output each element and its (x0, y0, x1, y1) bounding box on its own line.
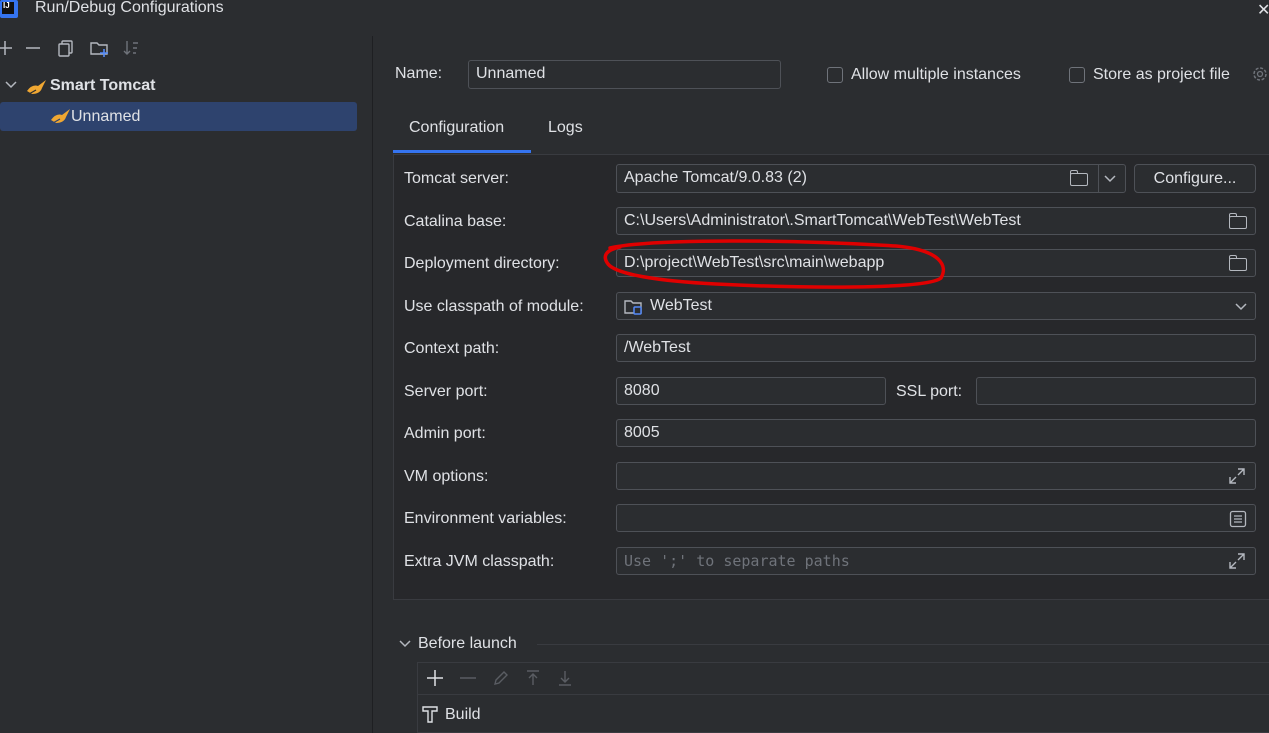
tomcat-server-select[interactable]: Apache Tomcat/9.0.83 (2) (616, 164, 1126, 193)
before-launch-list (417, 662, 1269, 733)
expand-icon[interactable] (1228, 552, 1246, 570)
allow-multiple-instances-label[interactable]: Allow multiple instances (851, 66, 1021, 84)
add-task-icon[interactable] (425, 668, 445, 688)
extra-jvm-classpath-field[interactable]: Use ';' to separate paths (616, 547, 1256, 575)
active-tab-indicator (393, 150, 531, 153)
environment-variables-label: Environment variables: (404, 510, 567, 527)
chevron-down-icon[interactable] (398, 637, 412, 651)
environment-variables-field[interactable] (616, 504, 1256, 532)
name-field[interactable]: Unnamed (468, 60, 781, 89)
gear-icon[interactable] (1251, 65, 1269, 83)
tab-configuration[interactable]: Configuration (409, 119, 504, 137)
name-label: Name: (395, 65, 443, 82)
section-divider (537, 644, 1269, 645)
server-port-field[interactable]: 8080 (616, 377, 886, 405)
app-icon-text: IJ (3, 1, 10, 10)
dropdown-divider (1098, 164, 1099, 193)
ssl-port-field[interactable] (976, 377, 1256, 405)
admin-port-field[interactable]: 8005 (616, 419, 1256, 447)
copy-icon[interactable] (56, 38, 76, 58)
chevron-down-icon[interactable] (4, 78, 18, 92)
folder-icon[interactable] (1069, 170, 1088, 186)
task-build-label[interactable]: Build (445, 706, 481, 724)
vm-options-label: VM options: (404, 468, 489, 485)
chevron-down-icon[interactable] (1103, 172, 1117, 186)
edit-task-icon[interactable] (491, 668, 511, 688)
classpath-module-label: Use classpath of module: (404, 298, 584, 315)
folder-icon[interactable] (1228, 213, 1247, 229)
classpath-module-value: WebTest (650, 297, 712, 314)
tree-item-label: Unnamed (71, 108, 141, 125)
tab-logs[interactable]: Logs (548, 119, 583, 137)
allow-multiple-instances-checkbox[interactable] (827, 67, 843, 83)
remove-icon[interactable] (23, 38, 43, 58)
hammer-icon (420, 704, 440, 724)
configurations-tree-panel (0, 36, 373, 733)
store-as-project-file-label[interactable]: Store as project file (1093, 66, 1230, 84)
tomcat-server-value: Apache Tomcat/9.0.83 (2) (624, 169, 807, 186)
folder-icon[interactable] (1228, 255, 1247, 271)
tomcat-server-label: Tomcat server: (404, 170, 509, 187)
before-launch-label[interactable]: Before launch (418, 635, 517, 653)
tree-group-label: Smart Tomcat (50, 77, 156, 94)
context-path-label: Context path: (404, 340, 500, 357)
admin-port-label: Admin port: (404, 425, 486, 442)
catalina-base-label: Catalina base: (404, 213, 507, 230)
red-annotation-circle (596, 238, 952, 294)
catalina-base-value: C:\Users\Administrator\.SmartTomcat\WebT… (624, 212, 1021, 229)
catalina-base-field[interactable]: C:\Users\Administrator\.SmartTomcat\WebT… (616, 207, 1256, 235)
ssl-port-label: SSL port: (896, 383, 963, 400)
context-path-field[interactable]: /WebTest (616, 334, 1256, 362)
list-divider (418, 694, 1269, 695)
configure-button[interactable]: Configure... (1134, 164, 1256, 193)
extra-jvm-classpath-label: Extra JVM classpath: (404, 553, 555, 570)
list-editor-icon[interactable] (1229, 510, 1247, 528)
vm-options-field[interactable] (616, 462, 1256, 490)
sort-icon[interactable] (121, 38, 141, 58)
new-folder-icon[interactable] (89, 38, 109, 58)
intellij-app-icon: IJ (0, 0, 18, 18)
tomcat-icon (26, 78, 48, 96)
module-folder-icon (624, 298, 644, 316)
remove-task-icon[interactable] (458, 668, 478, 688)
classpath-module-select[interactable]: WebTest (616, 292, 1256, 320)
store-as-project-file-checkbox[interactable] (1069, 67, 1085, 83)
window-title: Run/Debug Configurations (35, 0, 224, 16)
expand-icon[interactable] (1228, 467, 1246, 485)
chevron-down-icon[interactable] (1234, 300, 1248, 314)
move-down-icon[interactable] (555, 668, 575, 688)
add-icon[interactable] (0, 38, 16, 58)
server-port-label: Server port: (404, 383, 488, 400)
tomcat-icon (50, 107, 72, 125)
move-up-icon[interactable] (523, 668, 543, 688)
deployment-directory-label: Deployment directory: (404, 255, 560, 272)
close-icon[interactable]: ✕ (1257, 0, 1269, 20)
